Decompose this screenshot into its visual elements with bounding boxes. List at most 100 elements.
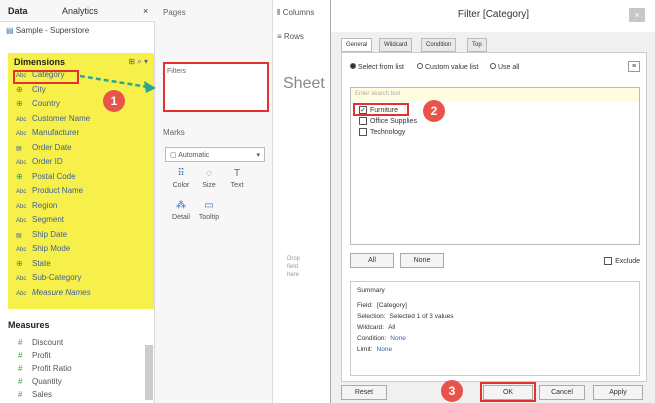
tab-data[interactable]: Data <box>8 6 28 16</box>
step-3-badge: 3 <box>441 380 463 402</box>
mark-type-icon: ▢ <box>170 152 179 159</box>
field-type-icon: Abc <box>16 290 27 297</box>
close-icon[interactable]: × <box>629 8 645 22</box>
field-type-icon: Abc <box>16 189 27 195</box>
dimension-field[interactable]: Abc Segment <box>16 215 64 227</box>
search-input[interactable]: Enter search text <box>351 88 639 102</box>
field-type-icon: ▤ <box>16 145 22 152</box>
dimension-field[interactable]: Abc Region <box>16 201 57 213</box>
dimension-field[interactable]: ▤ Ship Date <box>16 230 67 242</box>
dialog-title: Filter [Category] <box>331 0 655 32</box>
field-label: Postal Code <box>32 171 76 181</box>
dimension-field[interactable]: ⊕ Postal Code <box>16 172 76 184</box>
field-label: Sub-Category <box>32 273 82 282</box>
radio-use-all[interactable]: Use all <box>490 63 519 71</box>
mark-icon: ◌ <box>206 168 212 179</box>
measures-header: Measures <box>8 320 50 330</box>
field-type-icon: Abc <box>16 276 27 282</box>
tab-top[interactable]: Top <box>467 38 487 52</box>
rows-icon: ≡ <box>277 32 284 41</box>
mark-label: Text <box>230 182 244 189</box>
summary-box: Summary Field: [Category] Selection: Select… <box>350 281 640 376</box>
mark-button-size[interactable]: ◌ Size <box>195 168 223 196</box>
mark-label: Size <box>202 182 216 189</box>
dimension-field[interactable]: Abc Ship Mode <box>16 244 70 256</box>
filter-dialog: Filter [Category] × General Wildcard Con… <box>330 0 655 403</box>
rows-shelf[interactable]: ≡ Rows <box>277 32 304 41</box>
summary-label: Selection: <box>357 313 386 320</box>
field-label: Customer Name <box>32 113 91 123</box>
dimension-field[interactable]: ▤ Order Date <box>16 143 72 155</box>
field-type-icon: ⊕ <box>16 258 23 268</box>
radio-icon <box>417 63 423 69</box>
tab-analytics[interactable]: Analytics <box>62 6 98 16</box>
furniture-highlight-box <box>353 103 409 116</box>
tab-general[interactable]: General <box>341 38 373 52</box>
radio-icon <box>350 63 356 69</box>
list-options-icon[interactable]: ≡ <box>628 61 640 72</box>
mark-icon: ▭ <box>204 200 214 211</box>
mark-button-color[interactable]: ⠿ Color <box>167 168 195 196</box>
summary-label: Field: <box>357 302 373 309</box>
field-type-icon: Abc <box>16 203 27 210</box>
measure-field[interactable]: # Profit <box>18 351 51 360</box>
measure-field[interactable]: # Profit Ratio <box>18 364 72 373</box>
measure-field[interactable]: # Quantity <box>18 377 62 386</box>
summary-value[interactable]: None <box>390 335 406 342</box>
dimension-field[interactable]: Abc Sub-Category <box>16 273 81 285</box>
all-button[interactable]: All <box>350 253 394 268</box>
field-type-icon: ▤ <box>16 232 22 239</box>
reset-button[interactable]: Reset <box>341 385 387 400</box>
radio-select-from-list[interactable]: Select from list <box>350 63 404 71</box>
dimension-field[interactable]: Abc Order ID <box>16 157 63 169</box>
marks-label: Marks <box>163 128 185 137</box>
measure-field[interactable]: # Discount <box>18 338 63 347</box>
checkbox-icon <box>359 117 367 125</box>
field-type-icon: Abc <box>16 218 27 224</box>
tab-wildcard[interactable]: Wildcard <box>379 38 413 52</box>
close-icon[interactable]: × <box>143 6 148 16</box>
field-label: Country <box>32 99 61 108</box>
field-label: Order Date <box>32 142 72 152</box>
summary-value[interactable]: None <box>377 346 393 353</box>
field-label: Discount <box>32 338 64 347</box>
field-label: Profit Ratio <box>32 364 72 373</box>
dimension-field[interactable]: ⊕ State <box>16 259 51 271</box>
dimension-tools-icon[interactable]: ⊞ ⌕ ▾ <box>128 57 148 67</box>
dimension-field[interactable]: ⊕ Country <box>16 99 60 111</box>
mark-button-tooltip[interactable]: ▭ Tooltip <box>195 200 223 228</box>
dimension-field[interactable]: Abc Measure Names <box>16 288 91 300</box>
dimension-field[interactable]: Abc Product Name <box>16 186 83 198</box>
dimension-field[interactable]: Abc Manufacturer <box>16 128 79 140</box>
none-button[interactable]: None <box>400 253 444 268</box>
checkbox-icon <box>604 257 613 265</box>
cancel-button[interactable]: Cancel <box>539 385 585 400</box>
exclude-checkbox[interactable]: Exclude <box>604 257 640 265</box>
summary-label: Wildcard: <box>357 324 385 331</box>
list-item[interactable]: Technology <box>359 128 405 136</box>
mark-label: Color <box>172 182 190 189</box>
scrollbar[interactable] <box>145 345 153 400</box>
marks-type-select[interactable]: ▢ Automatic ▾ <box>165 147 265 162</box>
summary-label: Limit: <box>357 346 373 353</box>
measure-field[interactable]: # Sales <box>18 390 52 399</box>
mark-label: Detail <box>172 214 190 221</box>
columns-shelf[interactable]: ⦀ Columns <box>277 8 314 18</box>
filters-shelf[interactable]: Filters <box>163 62 269 112</box>
shelves-column: Pages Filters Marks ▢ Automatic ▾ ⠿ Color… <box>155 0 273 403</box>
mark-button-detail[interactable]: ⁂ Detail <box>167 200 195 228</box>
dimension-field[interactable]: ⊕ City <box>16 85 46 97</box>
field-type-icon: # <box>18 390 23 399</box>
list-item[interactable]: Office Supplies <box>359 117 417 125</box>
database-icon: ▤ <box>6 26 16 35</box>
tab-condition[interactable]: Condition <box>421 38 457 52</box>
mark-button-text[interactable]: T Text <box>223 168 251 196</box>
mark-icon: T <box>233 168 241 179</box>
field-label: Sales <box>32 390 53 399</box>
dimension-field[interactable]: Abc Customer Name <box>16 114 90 126</box>
mark-label: Tooltip <box>198 214 220 221</box>
apply-button[interactable]: Apply <box>593 385 643 400</box>
radio-custom-value-list[interactable]: Custom value list <box>417 63 478 71</box>
summary-row: Condition: None <box>357 335 406 342</box>
datasource-name[interactable]: ▤ Sample - Superstore <box>6 26 89 35</box>
